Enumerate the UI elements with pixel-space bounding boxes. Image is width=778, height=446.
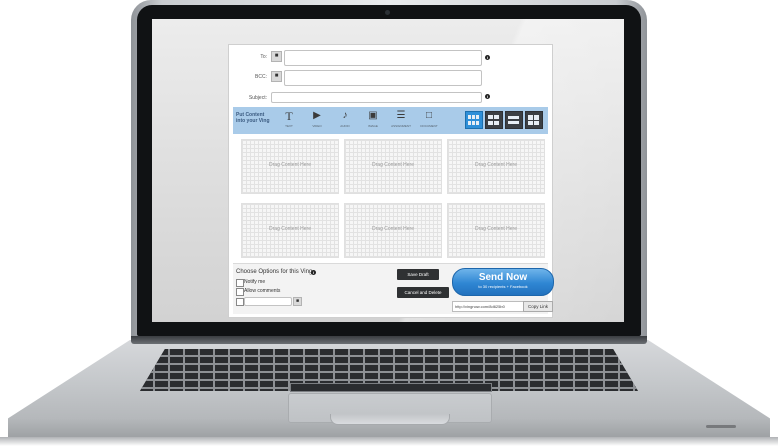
notify-checkbox[interactable] <box>236 279 244 287</box>
options-info-icon[interactable]: i <box>311 270 316 275</box>
cancel-delete-button[interactable]: Cancel and Delete <box>397 287 449 298</box>
layout-grid-six-button[interactable] <box>465 111 483 129</box>
audio-icon: ♪ <box>342 110 348 121</box>
drop-slot[interactable]: Drag Content Here <box>344 203 442 258</box>
tool-image[interactable]: ▣ IMAGE <box>361 110 385 128</box>
status-led <box>706 425 736 428</box>
options-title: Choose Options for this Ving <box>236 269 313 275</box>
subject-info-icon[interactable]: i <box>485 94 490 99</box>
floor-shadow <box>0 437 778 446</box>
tool-text[interactable]: T TEXT <box>277 110 301 128</box>
tool-audio[interactable]: ♪ AUDIO <box>333 110 357 128</box>
assignment-icon: ☰ <box>396 110 406 121</box>
tool-document[interactable]: □ DOCUMENT <box>417 110 441 128</box>
to-label: To: <box>260 54 267 60</box>
ving-composer: To: ■ i BCC: ■ Subject: i Put Content in… <box>228 44 554 318</box>
tool-assignment[interactable]: ☰ ASSIGNMENT <box>389 110 413 128</box>
subject-field[interactable] <box>271 92 482 103</box>
text-icon: T <box>285 109 293 123</box>
video-icon: ▶ <box>313 110 321 121</box>
document-icon: □ <box>425 110 433 121</box>
image-icon: ▣ <box>368 110 378 121</box>
allow-comments-checkbox[interactable] <box>236 288 244 296</box>
put-content-label: Put Content into your Ving <box>236 112 270 124</box>
info-icon[interactable]: i <box>485 55 490 60</box>
send-now-button[interactable]: Send Now to 30 recipients + Facebook <box>452 268 554 296</box>
drop-slot[interactable]: Drag Content Here <box>447 139 545 194</box>
share-link-field[interactable]: http://vingnow.com/8d625b0 <box>452 301 524 312</box>
laptop-hinge <box>131 336 647 344</box>
subject-label: Subject: <box>248 95 267 101</box>
notify-label: Notify me <box>244 279 266 285</box>
extra-option-checkbox[interactable] <box>236 298 244 306</box>
allow-comments-label: Allow comments <box>244 288 281 294</box>
bcc-field[interactable] <box>284 70 482 86</box>
lid-notch <box>330 414 450 425</box>
send-now-sublabel: to 30 recipients + Facebook <box>478 284 528 289</box>
layout-grid-quad-button[interactable] <box>525 111 543 129</box>
drop-slot[interactable]: Drag Content Here <box>241 139 339 194</box>
send-now-label: Send Now <box>478 272 528 283</box>
drop-slot[interactable]: Drag Content Here <box>241 203 339 258</box>
to-field[interactable] <box>284 50 482 66</box>
add-recipient-icon[interactable]: ■ <box>271 51 282 62</box>
add-bcc-icon[interactable]: ■ <box>271 71 282 82</box>
camera-icon <box>385 10 390 15</box>
tool-video[interactable]: ▶ VIDEO <box>305 110 329 128</box>
layout-grid-four-button[interactable] <box>485 111 503 129</box>
layout-grid-two-button[interactable] <box>505 111 523 129</box>
spacebar-key <box>290 383 492 392</box>
content-toolbar: Put Content into your Ving T TEXT ▶ VIDE… <box>233 107 548 134</box>
copy-link-button[interactable]: Copy Link <box>523 301 553 312</box>
save-draft-button[interactable]: Save Draft <box>397 269 439 280</box>
extra-option-field[interactable] <box>244 297 292 306</box>
drop-slot[interactable]: Drag Content Here <box>344 139 442 194</box>
drop-slot[interactable]: Drag Content Here <box>447 203 545 258</box>
options-footer: Choose Options for this Ving i Notify me… <box>233 263 554 314</box>
extra-option-add-icon[interactable]: ■ <box>293 297 302 306</box>
bcc-label: BCC: <box>255 74 267 80</box>
